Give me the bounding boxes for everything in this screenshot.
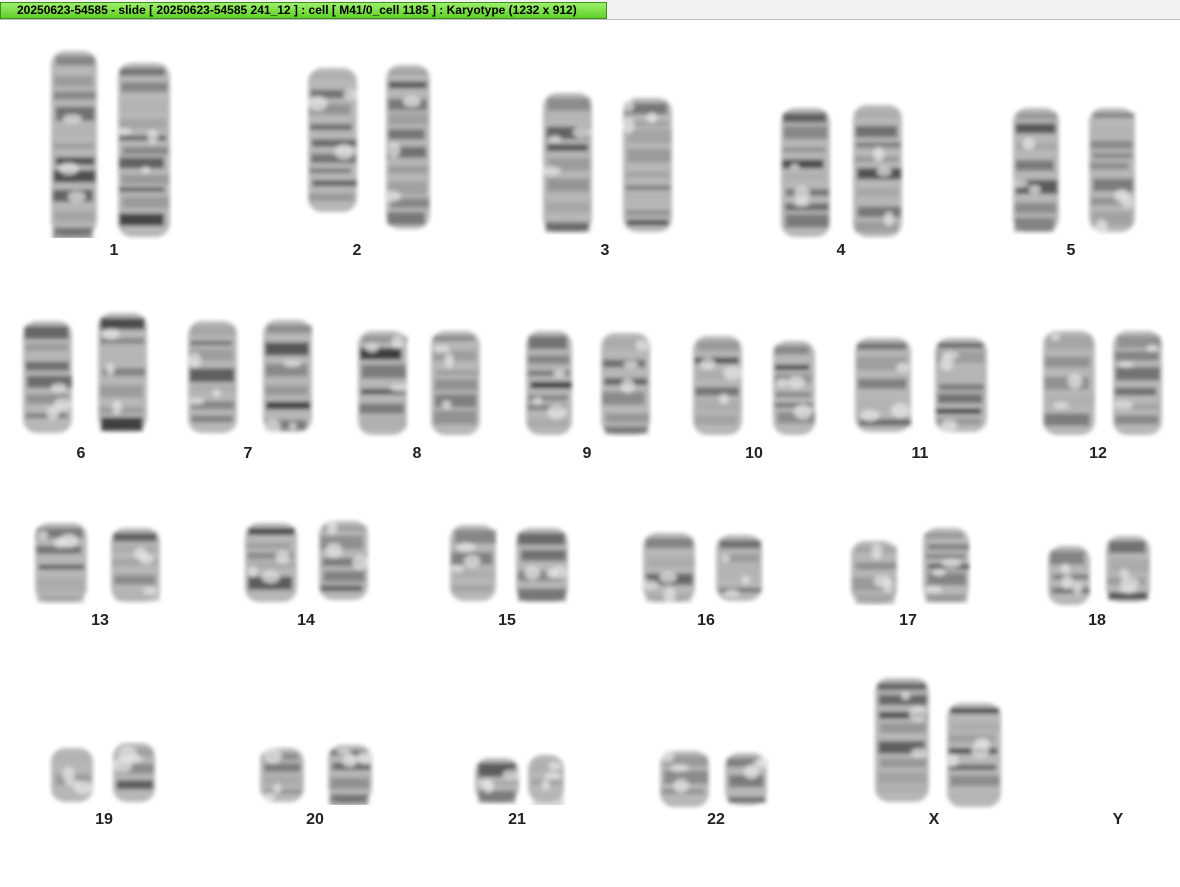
chromosome-21-a[interactable] — [472, 755, 522, 805]
chromosome-3-a[interactable] — [540, 90, 595, 235]
chromosome-16-b[interactable] — [713, 532, 765, 604]
chromosome-11-a[interactable] — [852, 335, 914, 435]
chromosome-13-a[interactable] — [32, 520, 90, 605]
chromosome-label: 15 — [498, 612, 516, 629]
chromosome-2-b[interactable] — [382, 62, 433, 232]
chromosome-label: 10 — [745, 445, 763, 462]
chromosome-label: 22 — [707, 811, 725, 828]
chromosome-20-b[interactable] — [325, 742, 375, 806]
chromosome-label: 9 — [582, 445, 592, 462]
chromosome-17-b[interactable] — [920, 525, 972, 605]
chromosome-label: 8 — [412, 445, 422, 462]
chromosome-10-a[interactable] — [690, 333, 745, 438]
chromosome-22-a[interactable] — [657, 748, 712, 810]
chromosome-8-a[interactable] — [355, 328, 410, 438]
chromosome-7-b[interactable] — [260, 317, 315, 435]
chromosome-label: Y — [1112, 811, 1124, 828]
chromosome-x-b[interactable] — [944, 700, 1004, 810]
chromosome-20-a[interactable] — [257, 745, 307, 805]
chromosome-6-b[interactable] — [95, 310, 150, 435]
chromosome-label: 17 — [899, 612, 917, 629]
chromosome-6-a[interactable] — [20, 318, 75, 436]
chromosome-16-a[interactable] — [639, 530, 698, 605]
chromosome-label: 16 — [697, 612, 715, 629]
chromosome-7-a[interactable] — [185, 318, 240, 436]
chromosome-4-b[interactable] — [850, 102, 905, 240]
chromosome-label: 7 — [243, 445, 253, 462]
chromosome-10-b[interactable] — [770, 338, 818, 438]
chromosome-8-b[interactable] — [428, 328, 483, 438]
chromosome-label: 20 — [306, 811, 324, 828]
chromosome-5-b[interactable] — [1086, 105, 1138, 235]
chromosome-label: 12 — [1089, 445, 1107, 462]
karyotype-canvas: 1 2 3 4 5 6 7 8 9 10 11 12 13 14 15 16 17 18 19 20 21 22 X Y — [0, 20, 1180, 887]
chromosome-x-a[interactable] — [872, 675, 932, 805]
chromosome-14-b[interactable] — [316, 518, 371, 603]
chromosome-label: 1 — [109, 242, 119, 259]
chromosome-label: 2 — [352, 242, 362, 259]
chromosome-18-a[interactable] — [1045, 543, 1093, 608]
chromosome-9-b[interactable] — [598, 330, 653, 438]
chromosome-19-a[interactable] — [48, 745, 96, 805]
chromosome-2-a[interactable] — [305, 65, 360, 215]
chromosome-14-a[interactable] — [242, 520, 300, 605]
chromosome-label: 4 — [836, 242, 846, 259]
chromosome-18-b[interactable] — [1103, 533, 1153, 605]
chromosome-11-b[interactable] — [932, 335, 990, 435]
chromosome-22-b[interactable] — [722, 750, 771, 808]
chromosome-19-b[interactable] — [110, 740, 158, 805]
chromosome-label: 3 — [600, 242, 610, 259]
chromosome-17-a[interactable] — [848, 538, 900, 606]
chromosome-label: 14 — [297, 612, 315, 629]
chromosome-label: 11 — [911, 445, 929, 462]
chromosome-9-a[interactable] — [523, 328, 575, 438]
chromosome-12-a[interactable] — [1040, 328, 1098, 438]
window-title: 20250623-54585 - slide [ 20250623-54585 … — [0, 2, 607, 19]
chromosome-1-b[interactable] — [115, 60, 173, 240]
title-bar: 20250623-54585 - slide [ 20250623-54585 … — [0, 0, 1180, 20]
chromosome-3-b[interactable] — [620, 95, 675, 235]
chromosome-label: 19 — [95, 811, 113, 828]
chromosome-13-b[interactable] — [108, 525, 163, 605]
chromosome-label: 18 — [1088, 612, 1106, 629]
chromosome-15-a[interactable] — [447, 522, 499, 604]
chromosome-label: 21 — [508, 811, 526, 828]
chromosome-4-a[interactable] — [778, 105, 833, 240]
chromosome-label: 5 — [1066, 242, 1076, 259]
chromosome-21-b[interactable] — [525, 752, 567, 807]
chromosome-label: 6 — [76, 445, 86, 462]
chromosome-1-a[interactable] — [48, 48, 100, 239]
chromosome-15-b[interactable] — [513, 525, 571, 605]
chromosome-label: 13 — [91, 612, 109, 629]
chromosome-label: X — [928, 811, 940, 828]
chromosome-12-b[interactable] — [1110, 328, 1165, 438]
chromosome-5-a[interactable] — [1009, 105, 1062, 235]
